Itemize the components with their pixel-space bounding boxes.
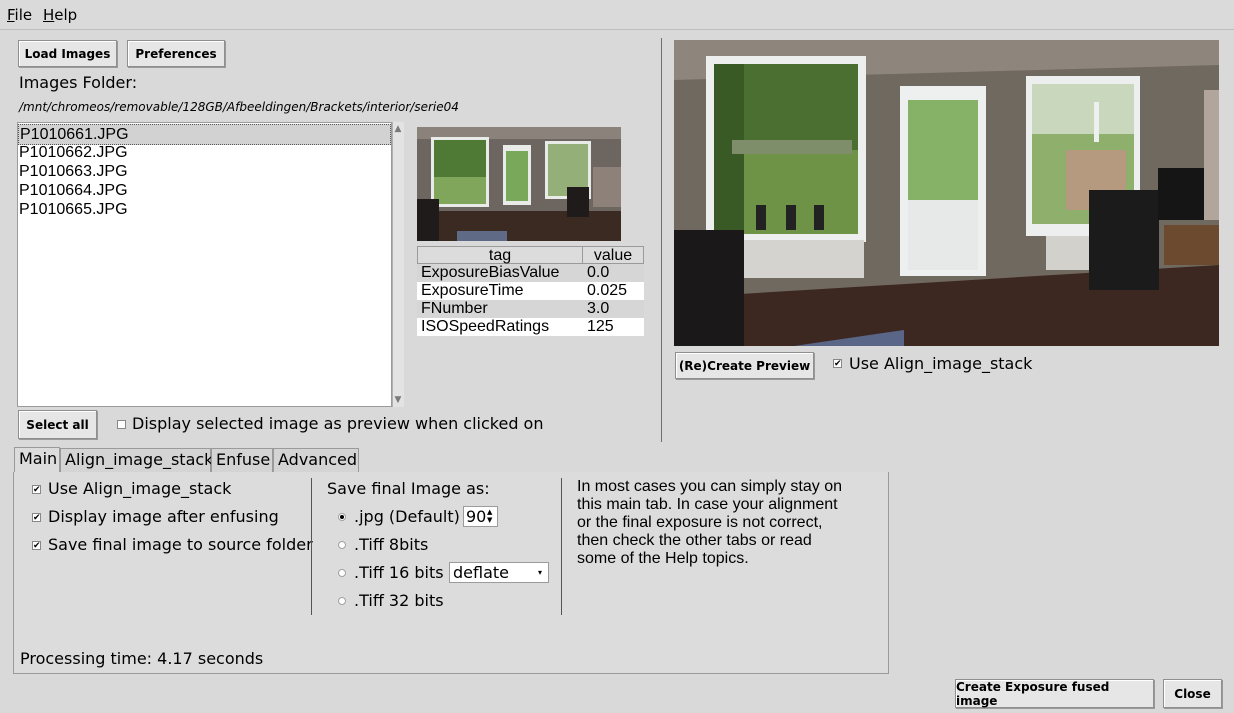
exif-value: 0.025 xyxy=(587,282,628,299)
format-label: .Tiff 8bits xyxy=(354,535,429,554)
tab-enfuse[interactable]: Enfuse xyxy=(211,448,273,472)
display-preview-checkbox[interactable] xyxy=(117,420,126,429)
file-list[interactable]: P1010661.JPG P1010662.JPG P1010663.JPG P101… xyxy=(17,122,392,407)
scroll-up-arrow-icon[interactable]: ▲ xyxy=(393,124,403,134)
exif-tag: FNumber xyxy=(421,300,488,317)
preview-image xyxy=(674,40,1219,346)
vertical-separator xyxy=(661,38,662,442)
exif-value: 125 xyxy=(587,318,614,335)
menu-bar: File Help xyxy=(0,0,1234,30)
format-label: .Tiff 32 bits xyxy=(354,591,444,610)
checkmark-icon: ✔ xyxy=(33,541,41,551)
menu-help-accel: H xyxy=(43,6,55,24)
option-label: Display image after enfusing xyxy=(48,507,279,526)
menu-file[interactable]: File xyxy=(7,6,32,24)
format-separator xyxy=(561,478,562,615)
exif-tag: ExposureBiasValue xyxy=(421,264,560,281)
dropdown-arrow-icon[interactable]: ▾ xyxy=(538,568,542,577)
list-item[interactable]: P1010664.JPG xyxy=(18,181,391,200)
list-item[interactable]: P1010661.JPG xyxy=(18,124,391,145)
exif-value: 0.0 xyxy=(587,264,610,281)
option-checkbox[interactable]: ✔ xyxy=(32,485,41,495)
file-list-scrollbar[interactable]: ▲ ▼ xyxy=(392,122,404,407)
exif-tag: ExposureTime xyxy=(421,282,524,299)
checkmark-icon: ✔ xyxy=(834,359,842,369)
list-item[interactable]: P1010662.JPG xyxy=(18,143,391,162)
checkmark-icon: ✔ xyxy=(33,485,41,495)
display-preview-label: Display selected image as preview when c… xyxy=(132,414,544,433)
option-label: Use Align_image_stack xyxy=(48,479,232,498)
create-exposure-fused-button[interactable]: Create Exposure fused image xyxy=(955,679,1154,708)
help-text-line: this main tab. In case your alignment xyxy=(577,496,838,513)
processing-time: Processing time: 4.17 seconds xyxy=(20,649,264,668)
images-folder-label: Images Folder: xyxy=(19,73,138,92)
exif-value: 3.0 xyxy=(587,300,610,317)
preview-use-align-label: Use Align_image_stack xyxy=(849,354,1033,373)
recreate-preview-button[interactable]: (Re)Create Preview xyxy=(675,352,814,379)
tiff16-compression-value: deflate xyxy=(453,563,509,582)
tiff16-compression-combo[interactable]: deflate ▾ xyxy=(449,562,549,583)
menu-help-rest: elp xyxy=(54,6,78,24)
exif-row: ExposureTime 0.025 xyxy=(417,282,644,300)
menu-file-accel: F xyxy=(7,6,15,24)
select-all-button[interactable]: Select all xyxy=(18,410,97,439)
load-images-button[interactable]: Load Images xyxy=(18,40,117,67)
option-checkbox[interactable]: ✔ xyxy=(32,513,41,523)
format-label: .jpg (Default) xyxy=(354,507,460,526)
checkmark-icon: ✔ xyxy=(33,513,41,523)
spin-up-icon[interactable]: ▲ xyxy=(487,508,492,516)
exif-tag: ISOSpeedRatings xyxy=(421,318,550,335)
options-separator xyxy=(311,478,312,615)
exif-row: ExposureBiasValue 0.0 xyxy=(417,264,644,282)
preferences-button[interactable]: Preferences xyxy=(127,40,225,67)
exif-row: ISOSpeedRatings 125 xyxy=(417,318,644,336)
format-radio[interactable] xyxy=(338,597,346,605)
menu-file-rest: ile xyxy=(14,6,33,24)
menu-help[interactable]: Help xyxy=(43,6,77,24)
jpg-quality-spinbox[interactable]: 90 ▲ ▼ xyxy=(463,506,498,527)
save-as-label: Save final Image as: xyxy=(327,479,490,498)
exif-row: FNumber 3.0 xyxy=(417,300,644,318)
thumbnail-image xyxy=(417,127,621,241)
preview-use-align-checkbox[interactable]: ✔ xyxy=(833,359,842,369)
tab-advanced[interactable]: Advanced xyxy=(273,448,359,472)
format-radio[interactable] xyxy=(338,541,346,549)
scroll-down-arrow-icon[interactable]: ▼ xyxy=(393,395,403,405)
option-checkbox[interactable]: ✔ xyxy=(32,541,41,551)
help-text-line: In most cases you can simply stay on xyxy=(577,478,842,495)
list-item[interactable]: P1010665.JPG xyxy=(18,200,391,219)
help-text-line: or the final exposure is not correct, xyxy=(577,514,823,531)
help-text-line: then check the other tabs or read xyxy=(577,532,812,549)
exif-header-tag[interactable]: tag xyxy=(418,247,583,264)
images-folder-path: /mnt/chromeos/removable/128GB/Afbeelding… xyxy=(19,100,459,114)
help-text-line: some of the Help topics. xyxy=(577,550,749,567)
tab-main[interactable]: Main xyxy=(14,447,60,473)
exif-header-row: tag value xyxy=(417,246,644,264)
format-label: .Tiff 16 bits xyxy=(354,563,444,582)
exif-header-value[interactable]: value xyxy=(583,247,643,265)
option-label: Save final image to source folder xyxy=(48,535,313,554)
tab-align-image-stack[interactable]: Align_image_stack xyxy=(60,448,213,472)
jpg-quality-value: 90 xyxy=(466,507,487,526)
close-button[interactable]: Close xyxy=(1163,679,1222,708)
exif-table: tag value ExposureBiasValue 0.0 ExposureTi… xyxy=(417,246,644,336)
spin-down-icon[interactable]: ▼ xyxy=(487,516,492,524)
format-radio[interactable] xyxy=(338,513,346,521)
list-item[interactable]: P1010663.JPG xyxy=(18,162,391,181)
format-radio[interactable] xyxy=(338,569,346,577)
